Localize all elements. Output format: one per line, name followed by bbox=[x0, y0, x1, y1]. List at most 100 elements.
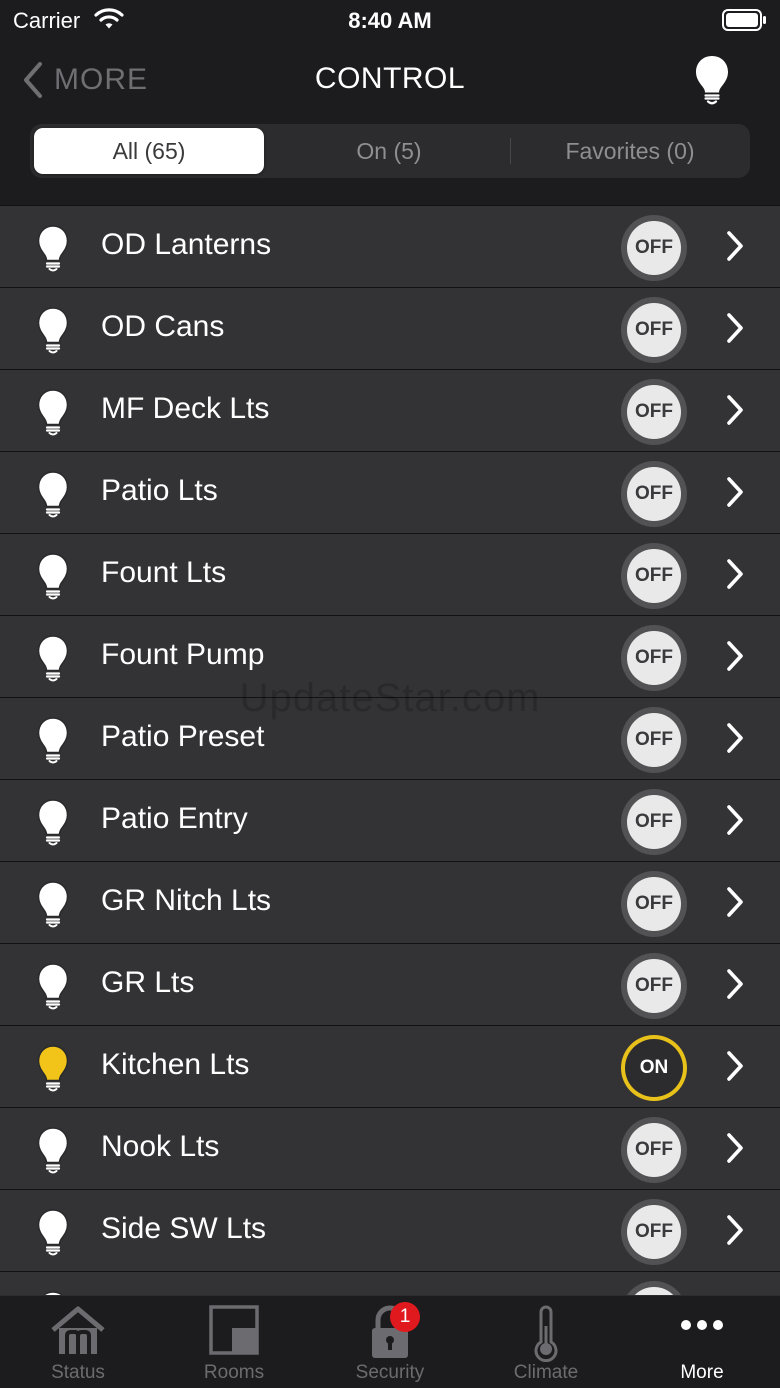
lightbulb-icon bbox=[36, 1208, 70, 1261]
device-row[interactable]: Kitchen Lts ON bbox=[0, 1026, 780, 1108]
tab-security[interactable]: 1 Security bbox=[312, 1296, 468, 1388]
tab-more[interactable]: More bbox=[624, 1296, 780, 1388]
chevron-right-icon[interactable] bbox=[724, 804, 746, 841]
tab-label: Climate bbox=[513, 1362, 579, 1383]
toggle-state-label: OFF bbox=[627, 877, 681, 931]
chevron-right-icon[interactable] bbox=[724, 640, 746, 677]
tab-rooms[interactable]: Rooms bbox=[156, 1296, 312, 1388]
toggle-state-label: OFF bbox=[627, 1123, 681, 1177]
lightbulb-icon[interactable] bbox=[694, 54, 730, 111]
chevron-right-icon[interactable] bbox=[724, 886, 746, 923]
toggle-state-label: OFF bbox=[627, 631, 681, 685]
toggle-state-label: OFF bbox=[627, 713, 681, 767]
device-row-partial[interactable] bbox=[0, 1272, 780, 1296]
device-name: GR Nitch Lts bbox=[101, 884, 272, 917]
device-row[interactable]: Fount Lts OFF bbox=[0, 534, 780, 616]
chevron-right-icon[interactable] bbox=[724, 1214, 746, 1251]
device-list: OD Lanterns OFF OD Cans OFF MF Deck Lts OFF Pa… bbox=[0, 205, 780, 1296]
power-toggle-button[interactable]: OFF bbox=[621, 297, 687, 363]
tab-climate[interactable]: Climate bbox=[468, 1296, 624, 1388]
device-name: Fount Lts bbox=[101, 556, 227, 589]
power-toggle-button[interactable]: OFF bbox=[621, 379, 687, 445]
home-icon bbox=[0, 1304, 156, 1358]
chevron-right-icon[interactable] bbox=[724, 476, 746, 513]
chevron-right-icon[interactable] bbox=[724, 968, 746, 1005]
device-name: Nook Lts bbox=[101, 1130, 220, 1163]
toggle-state-label: ON bbox=[625, 1039, 683, 1097]
lightbulb-icon bbox=[36, 470, 70, 523]
lightbulb-icon bbox=[36, 552, 70, 605]
rooms-icon bbox=[156, 1304, 312, 1356]
toggle-state-label: OFF bbox=[627, 1205, 681, 1259]
segment-divider bbox=[510, 138, 511, 164]
tab-label: More bbox=[680, 1362, 724, 1383]
lightbulb-on-icon bbox=[36, 1044, 70, 1097]
segment-favorites[interactable]: Favorites (0) bbox=[514, 128, 746, 174]
power-toggle-button[interactable]: OFF bbox=[621, 953, 687, 1019]
chevron-right-icon[interactable] bbox=[724, 722, 746, 759]
device-row[interactable]: MF Deck Lts OFF bbox=[0, 370, 780, 452]
device-row[interactable]: Side SW Lts OFF bbox=[0, 1190, 780, 1272]
chevron-right-icon[interactable] bbox=[724, 1050, 746, 1087]
notification-badge: 1 bbox=[390, 1302, 420, 1332]
device-name: MF Deck Lts bbox=[101, 392, 270, 425]
tab-status[interactable]: Status bbox=[0, 1296, 156, 1388]
toggle-state-label: OFF bbox=[627, 795, 681, 849]
toggle-state-label: OFF bbox=[627, 221, 681, 275]
power-toggle-button[interactable]: OFF bbox=[621, 543, 687, 609]
device-name: OD Lanterns bbox=[101, 228, 272, 261]
toggle-state-label: OFF bbox=[627, 385, 681, 439]
device-name: Patio Entry bbox=[101, 802, 248, 835]
lightbulb-icon bbox=[36, 306, 70, 359]
toggle-state-label: OFF bbox=[627, 467, 681, 521]
power-toggle-button[interactable]: OFF bbox=[621, 461, 687, 527]
chevron-right-icon[interactable] bbox=[724, 1132, 746, 1169]
device-name: Side SW Lts bbox=[101, 1212, 267, 1245]
device-row[interactable]: Patio Lts OFF bbox=[0, 452, 780, 534]
device-row[interactable]: OD Lanterns OFF bbox=[0, 206, 780, 288]
device-name: Patio Lts bbox=[101, 474, 218, 507]
device-name: Kitchen Lts bbox=[101, 1048, 250, 1081]
segment-on[interactable]: On (5) bbox=[274, 128, 504, 174]
device-row[interactable]: OD Cans OFF bbox=[0, 288, 780, 370]
lightbulb-icon bbox=[36, 224, 70, 277]
chevron-right-icon[interactable] bbox=[724, 312, 746, 349]
power-toggle-button[interactable]: OFF bbox=[621, 707, 687, 773]
device-row[interactable]: GR Nitch Lts OFF bbox=[0, 862, 780, 944]
lightbulb-icon bbox=[36, 716, 70, 769]
battery-icon bbox=[722, 9, 768, 36]
toggle-state-label: OFF bbox=[627, 959, 681, 1013]
filter-segmented-control: All (65) On (5) Favorites (0) bbox=[30, 124, 750, 178]
power-toggle-button[interactable]: OFF bbox=[621, 625, 687, 691]
power-toggle-button[interactable]: OFF bbox=[621, 1117, 687, 1183]
power-toggle-button[interactable] bbox=[621, 1281, 687, 1296]
tab-label: Rooms bbox=[203, 1362, 265, 1383]
device-name: GR Lts bbox=[101, 966, 195, 999]
device-row[interactable]: Patio Preset OFF bbox=[0, 698, 780, 780]
device-row[interactable]: Nook Lts OFF bbox=[0, 1108, 780, 1190]
page-title: CONTROL bbox=[314, 62, 466, 95]
lightbulb-icon bbox=[36, 798, 70, 851]
power-toggle-button[interactable]: OFF bbox=[621, 1199, 687, 1265]
lightbulb-icon bbox=[36, 1126, 70, 1179]
device-row[interactable]: Fount Pump OFF bbox=[0, 616, 780, 698]
power-toggle-button[interactable]: OFF bbox=[621, 215, 687, 281]
thermometer-icon bbox=[468, 1304, 624, 1362]
ellipsis-icon bbox=[624, 1318, 780, 1332]
chevron-right-icon[interactable] bbox=[724, 558, 746, 595]
power-toggle-button[interactable]: OFF bbox=[621, 789, 687, 855]
chevron-right-icon[interactable] bbox=[724, 230, 746, 267]
chevron-right-icon[interactable] bbox=[724, 394, 746, 431]
clock-time: 8:40 AM bbox=[348, 8, 432, 33]
device-row[interactable]: Patio Entry OFF bbox=[0, 780, 780, 862]
segment-all[interactable]: All (65) bbox=[34, 128, 264, 174]
device-row[interactable]: GR Lts OFF bbox=[0, 944, 780, 1026]
lightbulb-icon bbox=[36, 880, 70, 933]
device-name: Fount Pump bbox=[101, 638, 265, 671]
status-bar: Carrier 8:40 AM bbox=[0, 0, 780, 40]
toggle-state-label: OFF bbox=[627, 549, 681, 603]
lightbulb-icon bbox=[36, 388, 70, 441]
power-toggle-button[interactable]: ON bbox=[621, 1035, 687, 1101]
power-toggle-button[interactable]: OFF bbox=[621, 871, 687, 937]
lightbulb-icon bbox=[36, 634, 70, 687]
